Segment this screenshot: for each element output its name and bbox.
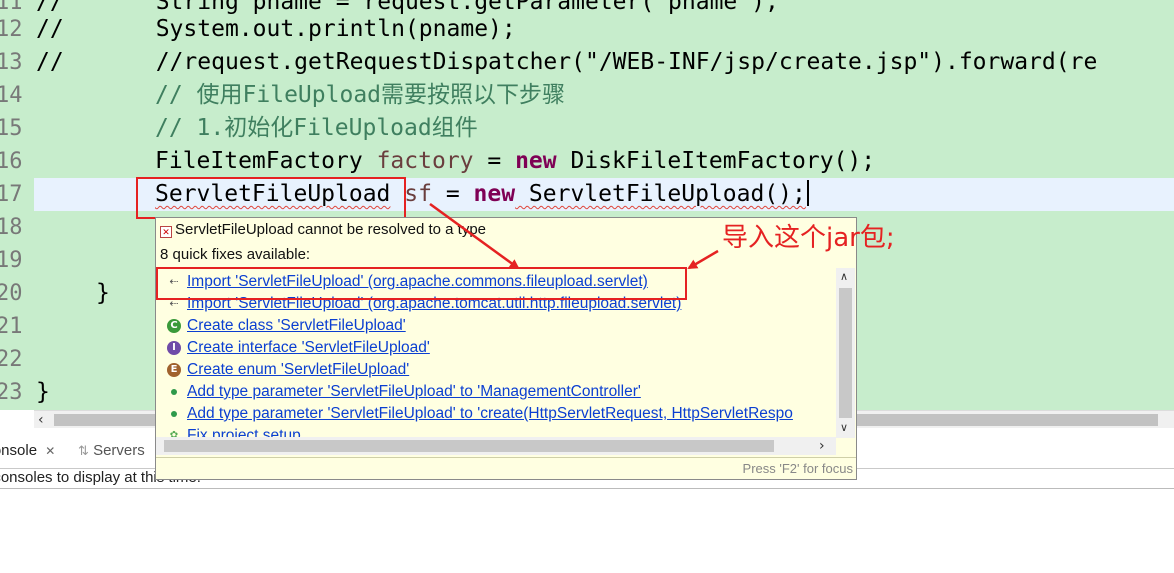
- tab-servers[interactable]: ⇅ Servers: [78, 441, 145, 461]
- quick-fix-error-message: ✕ ServletFileUpload cannot be resolved to…: [160, 220, 486, 240]
- quick-fix-link[interactable]: Create enum 'ServletFileUpload': [187, 359, 409, 381]
- type-parameter-icon: [171, 411, 177, 417]
- type-name: FileItemFactory: [155, 148, 363, 174]
- line-number: 13: [0, 50, 23, 75]
- interface-icon: I: [167, 341, 181, 355]
- error-constructor-call[interactable]: ServletFileUpload();: [515, 181, 806, 207]
- line-comment-prefix: //: [36, 49, 64, 75]
- quick-fix-vertical-scrollbar[interactable]: ∧ ∨: [836, 268, 855, 438]
- scrollbar-thumb[interactable]: [164, 440, 774, 452]
- enum-icon: E: [167, 363, 181, 377]
- quick-fix-link[interactable]: Create interface 'ServletFileUpload': [187, 337, 430, 359]
- closing-brace: }: [36, 379, 50, 405]
- line-number: 19: [0, 248, 23, 273]
- type-parameter-icon: [171, 389, 177, 395]
- line-number: 12: [0, 17, 23, 42]
- line-number: 21: [0, 314, 23, 339]
- quick-fix-item[interactable]: Add type parameter 'ServletFileUpload' t…: [156, 403, 836, 425]
- code-line[interactable]: 13 // //request.getRequestDispatcher("/WE…: [0, 46, 1174, 79]
- class-icon: C: [167, 319, 181, 333]
- quick-fix-link[interactable]: Create class 'ServletFileUpload': [187, 315, 406, 337]
- quick-fix-count: 8 quick fixes available:: [160, 246, 311, 263]
- line-number: 14: [0, 83, 23, 108]
- panel-divider: [0, 488, 1174, 489]
- closing-brace: }: [96, 280, 110, 306]
- quick-fix-item[interactable]: Add type parameter 'ServletFileUpload' t…: [156, 381, 836, 403]
- operator: =: [431, 181, 474, 207]
- quick-fix-link[interactable]: Add type parameter 'ServletFileUpload' t…: [187, 381, 641, 403]
- code-line[interactable]: 12 // System.out.println(pname);: [0, 13, 1174, 46]
- comment-text: // 1.初始化FileUpload组件: [155, 115, 478, 141]
- quick-fix-popup[interactable]: ✕ ServletFileUpload cannot be resolved to…: [155, 217, 857, 480]
- line-number: 15: [0, 116, 23, 141]
- quick-fix-item[interactable]: C Create class 'ServletFileUpload': [156, 315, 836, 337]
- line-comment-prefix: //: [36, 16, 64, 42]
- comment-text: // 使用FileUpload需要按照以下步骤: [155, 82, 566, 108]
- line-number: 22: [0, 347, 23, 372]
- scrollbar-thumb[interactable]: [839, 288, 852, 418]
- keyword: new: [473, 181, 516, 207]
- code-line[interactable]: 16 FileItemFactory factory = new DiskFil…: [0, 145, 1174, 178]
- focus-hint: Press 'F2' for focus: [742, 461, 853, 476]
- line-number: 18: [0, 215, 23, 240]
- code-line[interactable]: 14 // 使用FileUpload需要按照以下步骤: [0, 79, 1174, 112]
- variable-name: sf: [404, 181, 432, 207]
- tab-label: Console: [0, 442, 38, 459]
- line-number: 17: [0, 178, 34, 211]
- annotation-highlight-import: [156, 267, 687, 300]
- chevron-up-icon[interactable]: ∧: [840, 270, 848, 283]
- annotation-highlight-type: [136, 177, 406, 219]
- quick-fix-horizontal-scrollbar[interactable]: ›: [156, 437, 836, 455]
- tab-label: Servers: [93, 442, 145, 459]
- operator: =: [473, 148, 516, 174]
- code-text: System.out.println(pname);: [155, 16, 516, 42]
- chevron-down-icon[interactable]: ∨: [840, 421, 848, 434]
- quick-fix-item[interactable]: I Create interface 'ServletFileUpload': [156, 337, 836, 359]
- line-number: 20: [0, 281, 23, 306]
- keyword: new: [515, 148, 557, 174]
- code-line[interactable]: 15 // 1.初始化FileUpload组件: [0, 112, 1174, 145]
- close-icon[interactable]: ✕: [45, 444, 55, 458]
- quick-fix-link[interactable]: Add type parameter 'ServletFileUpload' t…: [187, 403, 793, 425]
- servers-icon: ⇅: [78, 443, 89, 458]
- scroll-left-icon[interactable]: ‹: [38, 411, 44, 429]
- constructor-call: DiskFileItemFactory();: [556, 148, 876, 174]
- error-icon: ✕: [160, 226, 172, 238]
- line-number: 23: [0, 380, 23, 405]
- line-number: 16: [0, 149, 23, 174]
- annotation-text: 导入这个jar包;: [722, 223, 895, 253]
- quick-fix-footer: Press 'F2' for focus: [156, 457, 856, 480]
- variable-name: factory: [376, 148, 474, 174]
- chevron-right-icon[interactable]: ›: [819, 437, 825, 455]
- quick-fix-item[interactable]: E Create enum 'ServletFileUpload': [156, 359, 836, 381]
- tab-console[interactable]: Console ✕: [0, 441, 55, 461]
- code-text: //request.getRequestDispatcher("/WEB-INF…: [155, 49, 1098, 75]
- text-caret: [806, 180, 809, 206]
